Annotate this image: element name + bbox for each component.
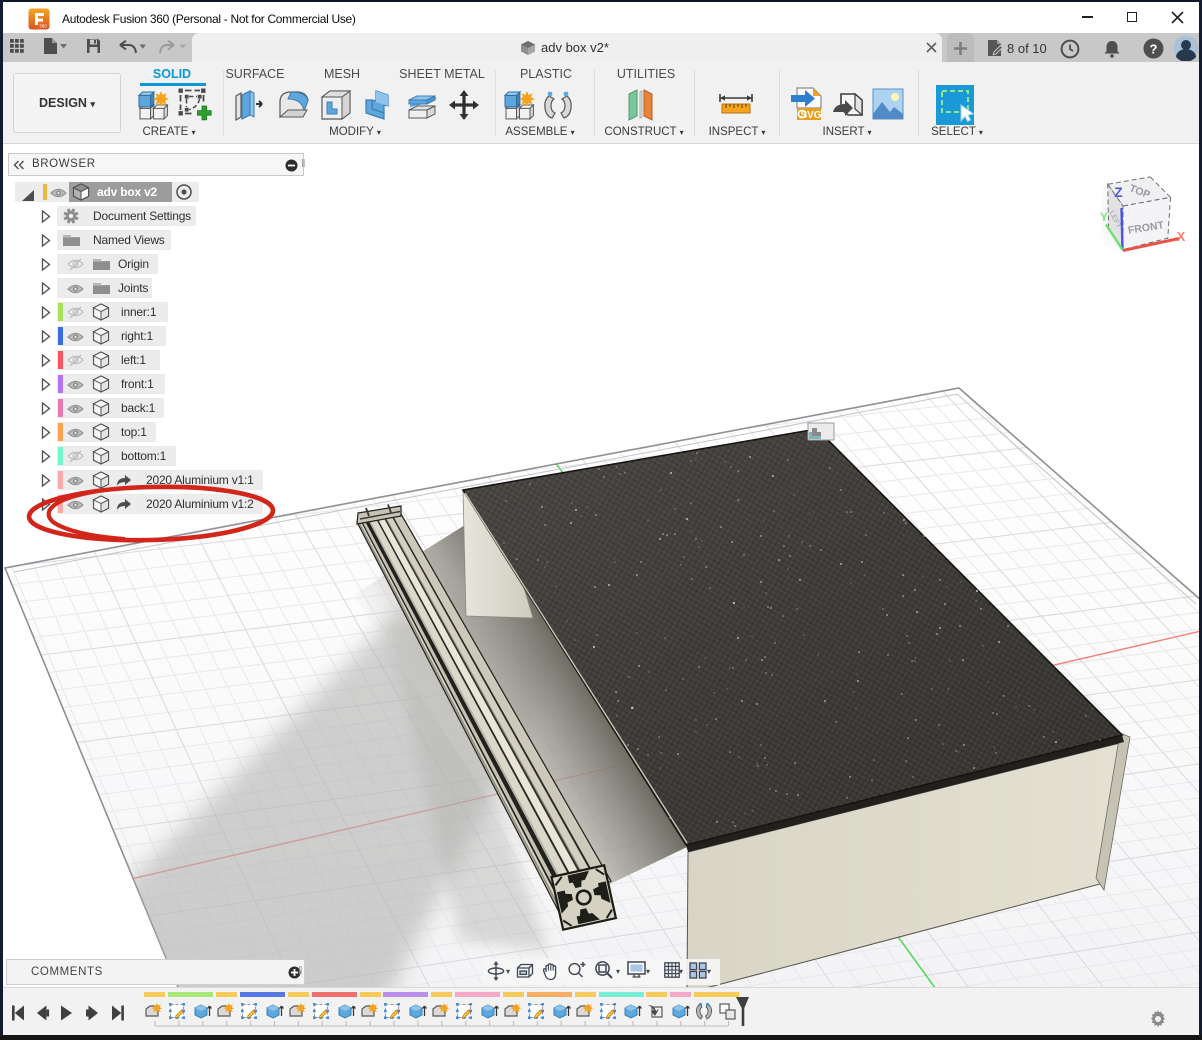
svg-text:X: X xyxy=(1177,230,1186,244)
svg-text:360: 360 xyxy=(39,24,47,29)
svg-text:?: ? xyxy=(1150,42,1158,57)
svg-text:Z: Z xyxy=(1114,185,1122,200)
svg-text:Y: Y xyxy=(1100,210,1108,224)
